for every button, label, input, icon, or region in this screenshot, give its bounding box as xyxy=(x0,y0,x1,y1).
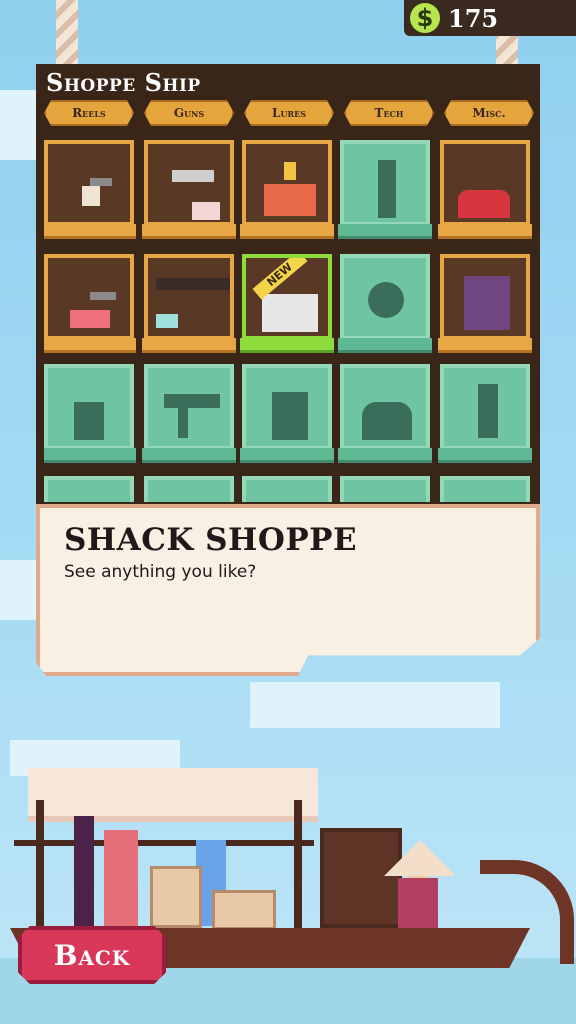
gear-icon xyxy=(368,282,404,318)
conical-hat xyxy=(384,840,456,876)
boat-prow xyxy=(480,860,574,964)
shop-item[interactable] xyxy=(338,254,432,353)
shop-item[interactable] xyxy=(44,254,136,353)
shop-item[interactable] xyxy=(240,364,334,463)
dialog-title: SHACK SHOPPE xyxy=(64,522,358,558)
reel-icon xyxy=(82,186,100,206)
shop-title-tab: Shoppe Ship xyxy=(36,64,268,102)
crate-prop xyxy=(150,866,202,928)
reel-icon xyxy=(70,310,110,328)
awning-post xyxy=(36,800,44,930)
crate-prop xyxy=(212,890,276,930)
cloud xyxy=(0,560,36,620)
dialog-text: See anything you like? xyxy=(64,562,257,582)
cloud xyxy=(250,682,500,728)
shop-awning xyxy=(28,768,318,822)
shop-item[interactable] xyxy=(438,140,532,239)
shopkeeper-dialog: SHACK SHOPPE See anything you like? xyxy=(36,504,540,676)
awning-beam xyxy=(14,840,314,846)
currency-display: $ 175 xyxy=(404,0,576,36)
awning-post xyxy=(294,800,302,930)
new-badge: NEW xyxy=(252,258,308,300)
book-icon xyxy=(464,276,510,330)
shop-item[interactable] xyxy=(438,364,532,463)
shotgun-icon xyxy=(156,278,230,290)
hanging-rope-left xyxy=(56,0,78,66)
lure-kit-icon xyxy=(262,294,318,332)
category-tabs: Reels Guns Lures Tech Misc. xyxy=(44,100,534,126)
shop-item[interactable] xyxy=(438,254,532,353)
bottle-silhouette-icon xyxy=(478,384,498,438)
tab-tech[interactable]: Tech xyxy=(344,100,434,126)
currency-amount: 175 xyxy=(448,3,499,33)
shop-item[interactable] xyxy=(340,476,430,502)
shop-item[interactable] xyxy=(142,364,236,463)
smg-silhouette-icon xyxy=(164,394,220,408)
shop-item[interactable] xyxy=(338,364,432,463)
shop-title: Shoppe Ship xyxy=(46,68,201,97)
reel-silhouette-icon xyxy=(74,402,104,440)
shop-item[interactable] xyxy=(440,476,530,502)
shop-item-new[interactable]: NEW xyxy=(240,254,334,353)
shop-item[interactable] xyxy=(240,140,334,239)
shop-item[interactable] xyxy=(142,140,236,239)
tab-lures[interactable]: Lures xyxy=(244,100,334,126)
shopkeeper xyxy=(398,878,438,928)
shop-item[interactable] xyxy=(338,140,432,239)
cloud xyxy=(0,90,40,160)
shop-item[interactable] xyxy=(44,476,134,502)
shop-item[interactable] xyxy=(44,140,136,239)
bag-silhouette-icon xyxy=(362,402,412,440)
item-grid: NEW xyxy=(44,136,534,502)
shop-item[interactable] xyxy=(142,254,236,353)
revolver-icon xyxy=(172,170,214,182)
dollar-coin-icon: $ xyxy=(410,3,440,33)
bottle-prop xyxy=(74,816,94,926)
tab-reels[interactable]: Reels xyxy=(44,100,134,126)
tab-guns[interactable]: Guns xyxy=(144,100,234,126)
fuel-can-silhouette-icon xyxy=(272,392,308,440)
lure-box-icon xyxy=(264,184,316,216)
shop-item[interactable] xyxy=(44,364,136,463)
bottle-prop xyxy=(104,830,138,930)
shop-item[interactable] xyxy=(242,476,332,502)
tab-misc[interactable]: Misc. xyxy=(444,100,534,126)
shop-item[interactable] xyxy=(144,476,234,502)
spring-icon xyxy=(378,160,396,218)
red-cap-icon xyxy=(458,190,510,218)
back-button[interactable]: Back xyxy=(18,926,166,984)
